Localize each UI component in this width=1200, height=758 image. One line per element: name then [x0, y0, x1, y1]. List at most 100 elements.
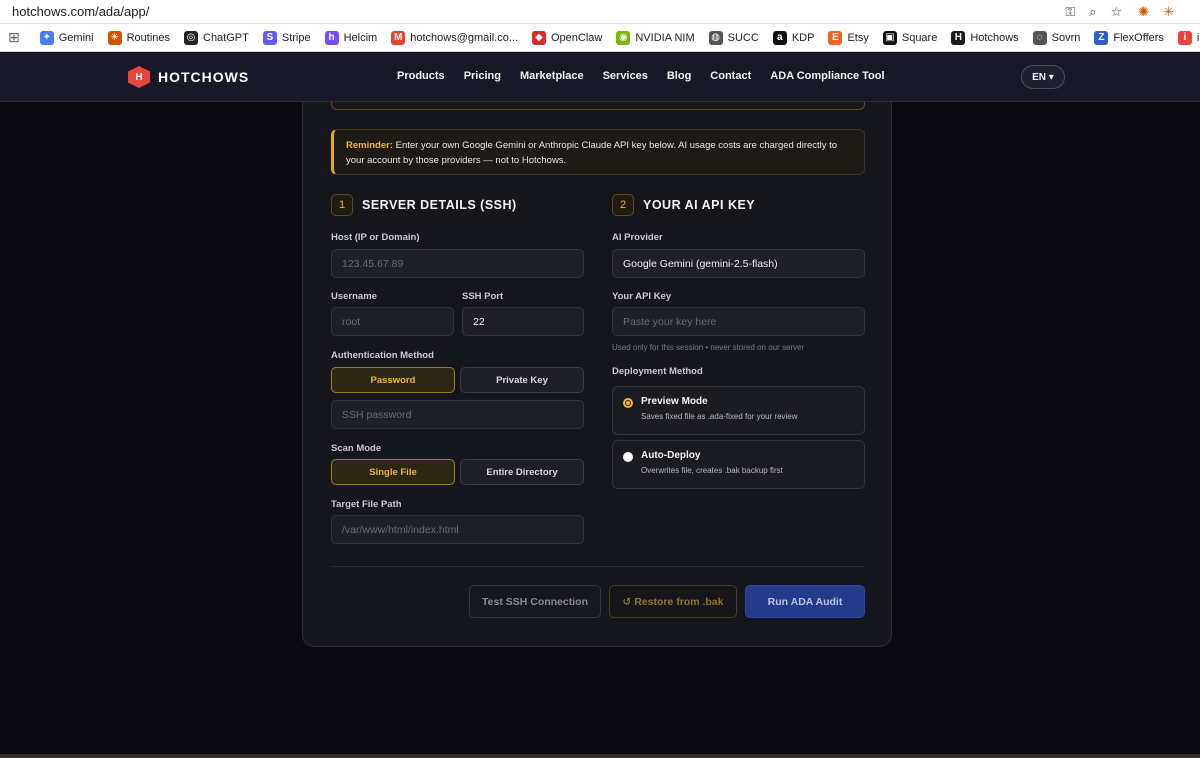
- square-icon: ▣: [882, 30, 897, 45]
- page-bottom-edge: [0, 754, 1200, 758]
- actions-divider: [331, 566, 865, 567]
- username-label: Username: [331, 291, 377, 302]
- notice-box: [331, 102, 865, 110]
- bookmark-succ[interactable]: ◍ SUCC: [708, 30, 759, 45]
- extension-icon[interactable]: ✺: [1138, 4, 1149, 20]
- run-ada-audit-button[interactable]: Run ADA Audit: [745, 585, 865, 618]
- language-selector[interactable]: EN ▾: [1021, 65, 1065, 89]
- bookmark-star-icon[interactable]: ☆: [1111, 4, 1123, 20]
- brand-name: HOTCHOWS: [158, 69, 250, 85]
- bookmark-label: ChatGPT: [203, 31, 249, 44]
- bookmark-stripe[interactable]: S Stripe: [262, 30, 311, 45]
- nav-marketplace[interactable]: Marketplace: [520, 70, 584, 82]
- ssh-port-input[interactable]: [462, 307, 584, 336]
- deploy-option-preview[interactable]: Preview Mode Saves fixed file as .ada-fi…: [612, 386, 865, 435]
- bookmark-flexoffers[interactable]: Z FlexOffers: [1094, 30, 1164, 45]
- bookmark-label: Hotchows: [970, 31, 1019, 44]
- deploy-option-auto[interactable]: Auto-Deploy Overwrites file, creates .ba…: [612, 440, 865, 489]
- hotchows-logo-icon: H: [128, 66, 150, 88]
- claude-extension-icon[interactable]: ✳: [1163, 4, 1174, 20]
- api-key-reminder: Reminder: Enter your own Google Gemini o…: [331, 129, 865, 175]
- main-nav: Products Pricing Marketplace Services Bl…: [397, 70, 904, 82]
- browser-address-bar[interactable]: hotchows.com/ada/app/ ⚿ ⌕ ☆ ✺ ✳: [0, 0, 1200, 24]
- ai-section-header: 2 YOUR AI API KEY: [612, 194, 755, 216]
- auto-deploy-desc: Overwrites file, creates .bak backup fir…: [641, 466, 783, 475]
- auth-method-label: Authentication Method: [331, 350, 434, 361]
- bookmark-sovrn[interactable]: ◌ Sovrn: [1032, 30, 1081, 45]
- ai-provider-select[interactable]: Google Gemini (gemini-2.5-flash): [612, 249, 865, 278]
- server-section-title: SERVER DETAILS (SSH): [362, 198, 517, 212]
- nav-services[interactable]: Services: [603, 70, 648, 82]
- auth-private-key-button[interactable]: Private Key: [460, 367, 584, 393]
- stripe-icon: S: [262, 30, 277, 45]
- gmail-icon: M: [391, 30, 406, 45]
- brand-logo[interactable]: H HOTCHOWS: [128, 66, 249, 88]
- bookmark-helcim[interactable]: h Helcim: [324, 30, 378, 45]
- hotchows-icon: H: [951, 30, 966, 45]
- username-input[interactable]: [331, 307, 454, 336]
- nvidia-icon: ◉: [616, 30, 631, 45]
- ssh-port-label: SSH Port: [462, 291, 504, 302]
- bookmark-label: FlexOffers: [1113, 31, 1164, 44]
- auto-deploy-radio[interactable]: [623, 452, 633, 462]
- api-key-input[interactable]: [612, 307, 865, 336]
- bookmark-gemini[interactable]: ✦ Gemini: [39, 30, 94, 45]
- bookmark-etsy[interactable]: E Etsy: [828, 30, 869, 45]
- bookmark-label: hotchows@gmail.co...: [410, 31, 518, 44]
- bookmark-impact[interactable]: iimpact.com - Welco...: [1177, 30, 1200, 45]
- nav-blog[interactable]: Blog: [667, 70, 691, 82]
- step-badge-2: 2: [612, 194, 634, 216]
- host-label: Host (IP or Domain): [331, 232, 420, 243]
- password-key-icon[interactable]: ⚿: [1065, 4, 1075, 20]
- host-input[interactable]: [331, 249, 584, 278]
- bookmark-square[interactable]: ▣ Square: [882, 30, 938, 45]
- apps-grid-icon[interactable]: ⊞: [8, 29, 20, 46]
- preview-radio[interactable]: [623, 398, 633, 408]
- bookmark-label: Square: [901, 31, 938, 44]
- bookmark-gmail[interactable]: Mhotchows@gmail.co...: [391, 30, 518, 45]
- zoom-icon[interactable]: ⌕: [1089, 4, 1096, 20]
- api-key-label: Your API Key: [612, 291, 672, 302]
- nav-pricing[interactable]: Pricing: [464, 70, 501, 82]
- bookmark-chatgpt[interactable]: ◎ ChatGPT: [184, 30, 249, 45]
- test-ssh-button[interactable]: Test SSH Connection: [469, 585, 601, 618]
- bookmark-label: Helcim: [343, 31, 378, 44]
- helcim-icon: h: [324, 30, 339, 45]
- bookmark-routines[interactable]: ✳ Routines: [107, 30, 170, 45]
- amazon-icon: a: [772, 30, 787, 45]
- scan-mode-label: Scan Mode: [331, 443, 382, 454]
- gemini-icon: ✦: [39, 30, 54, 45]
- auto-deploy-title: Auto-Deploy: [641, 450, 701, 461]
- target-path-label: Target File Path: [331, 499, 402, 510]
- bookmark-openclaw[interactable]: ◆ OpenClaw: [532, 30, 602, 45]
- target-path-input[interactable]: [331, 515, 584, 544]
- auth-password-button[interactable]: Password: [331, 367, 455, 393]
- scan-entire-directory-button[interactable]: Entire Directory: [460, 459, 584, 485]
- preview-desc: Saves fixed file as .ada-fixed for your …: [641, 412, 798, 421]
- scan-single-file-button[interactable]: Single File: [331, 459, 455, 485]
- nav-ada-tool[interactable]: ADA Compliance Tool: [770, 70, 884, 82]
- preview-title: Preview Mode: [641, 396, 708, 407]
- ssh-password-input[interactable]: [331, 400, 584, 429]
- ai-section-title: YOUR AI API KEY: [643, 198, 756, 212]
- bookmark-label: Sovrn: [1051, 31, 1081, 44]
- bookmark-amazon[interactable]: a KDP: [772, 30, 814, 45]
- succ-icon: ◍: [708, 30, 723, 45]
- bookmark-label: NVIDIA NIM: [635, 31, 695, 44]
- bookmark-label: Stripe: [281, 31, 311, 44]
- bookmark-label: SUCC: [727, 31, 759, 44]
- api-key-hint: Used only for this session • never store…: [612, 343, 805, 352]
- bookmark-nvidia[interactable]: ◉ NVIDIA NIM: [616, 30, 695, 45]
- etsy-icon: E: [828, 30, 843, 45]
- deployment-method-label: Deployment Method: [612, 366, 703, 377]
- chatgpt-icon: ◎: [184, 30, 198, 45]
- impact-icon: i: [1177, 30, 1192, 45]
- restore-backup-button[interactable]: ↺ Restore from .bak: [609, 585, 737, 618]
- nav-products[interactable]: Products: [397, 70, 445, 82]
- nav-contact[interactable]: Contact: [710, 70, 751, 82]
- routines-icon: ✳: [107, 30, 122, 45]
- flexoffers-icon: Z: [1094, 30, 1109, 45]
- url-text[interactable]: hotchows.com/ada/app/: [12, 4, 1065, 19]
- bookmark-hotchows[interactable]: H Hotchows: [951, 30, 1019, 45]
- bookmarks-bar: ⊞ ✦ Gemini ✳ Routines ◎ ChatGPT S Stripe h Helcim…: [0, 24, 1200, 52]
